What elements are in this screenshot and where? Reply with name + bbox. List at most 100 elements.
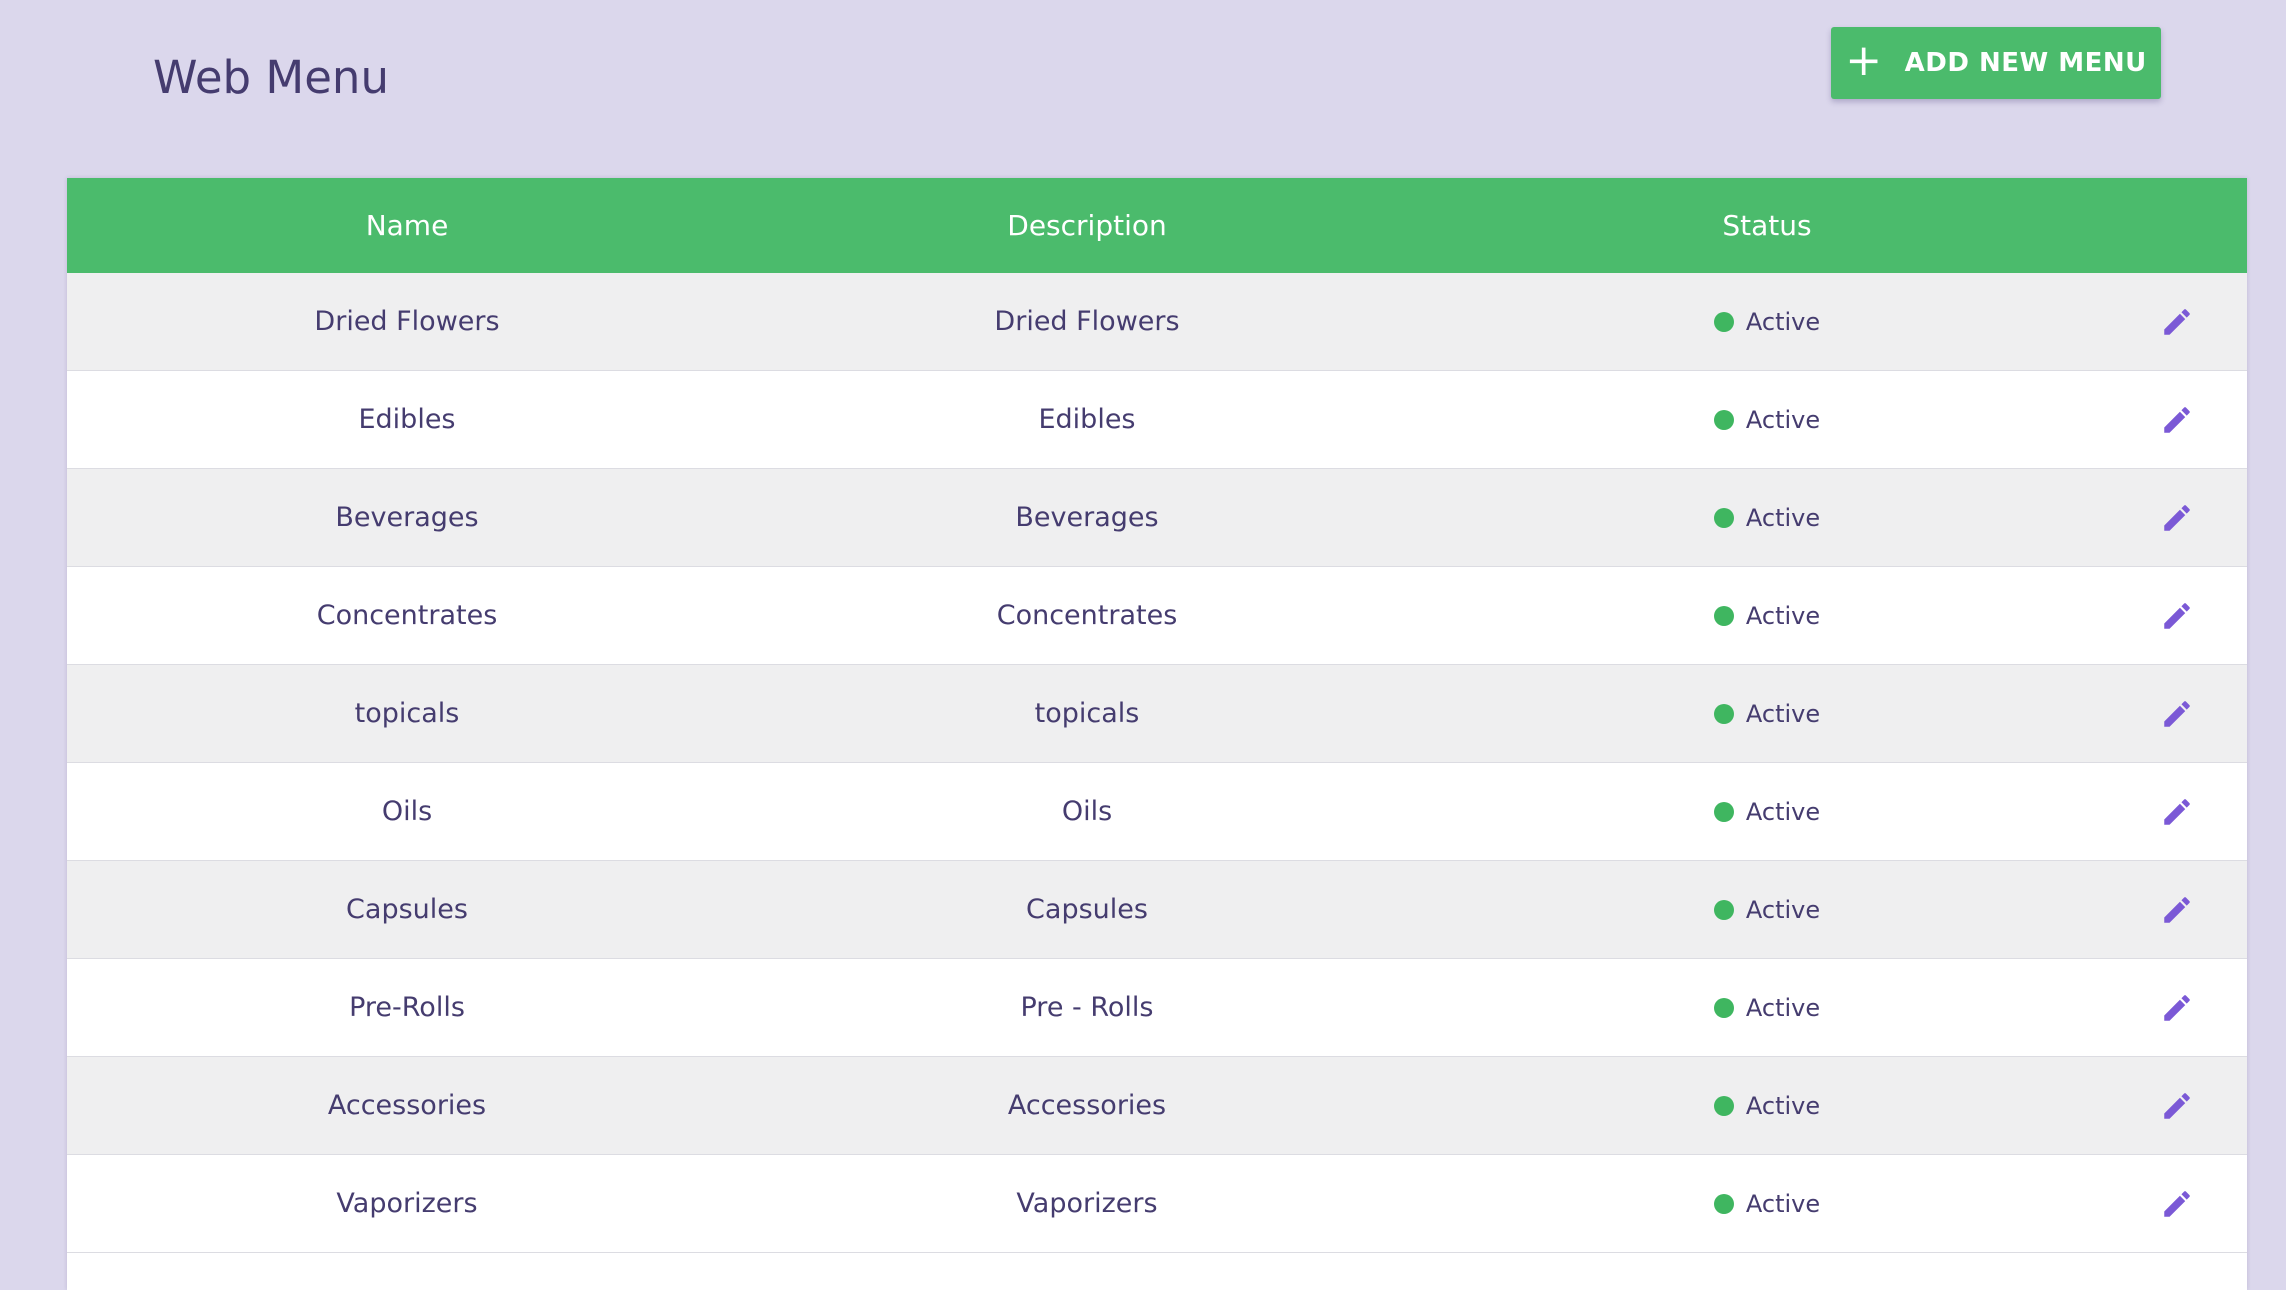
status-label: Active — [1745, 797, 1821, 826]
actions-cell — [2107, 596, 2247, 636]
status-dot-icon — [1713, 409, 1734, 430]
menu-description-cell: Oils — [1061, 796, 1113, 827]
table-row[interactable]: Pre-Rolls Pre - Rolls Active — [67, 959, 2247, 1057]
status-cell: Active — [1427, 308, 2107, 336]
table-body: Dried Flowers Dried Flowers Active Edibles E… — [67, 273, 2247, 1253]
menu-description-cell: Beverages — [1015, 502, 1159, 533]
edit-button[interactable] — [2157, 400, 2197, 440]
status-cell: Active — [1427, 1190, 2107, 1218]
status-badge: Active — [1713, 601, 1821, 630]
menu-name-cell: Oils — [381, 796, 433, 827]
status-label: Active — [1745, 895, 1821, 924]
edit-button[interactable] — [2157, 302, 2197, 342]
menu-table: Name Description Status Dried Flowers Dri… — [67, 178, 2247, 1290]
actions-cell — [2107, 694, 2247, 734]
pencil-edit-icon — [2164, 896, 2190, 923]
status-badge: Active — [1713, 1091, 1821, 1120]
page-title: Web Menu — [153, 51, 389, 104]
actions-cell — [2107, 400, 2247, 440]
actions-cell — [2107, 1184, 2247, 1224]
status-dot-icon — [1713, 311, 1734, 332]
status-label: Active — [1745, 1091, 1821, 1120]
table-row[interactable]: Beverages Beverages Active — [67, 469, 2247, 567]
edit-button[interactable] — [2157, 890, 2197, 930]
edit-button[interactable] — [2157, 792, 2197, 832]
menu-description-cell: Capsules — [1026, 894, 1148, 925]
column-header-status[interactable]: Status — [1427, 209, 2107, 242]
status-badge: Active — [1713, 307, 1821, 336]
status-dot-icon — [1713, 507, 1734, 528]
edit-button[interactable] — [2157, 596, 2197, 636]
status-cell: Active — [1427, 994, 2107, 1022]
status-label: Active — [1745, 699, 1821, 728]
add-new-menu-button[interactable]: + ADD NEW MENU — [1831, 27, 2161, 99]
status-badge: Active — [1713, 895, 1821, 924]
pencil-edit-icon — [2164, 798, 2190, 825]
menu-name-cell: Dried Flowers — [314, 306, 500, 337]
pencil-edit-icon — [2164, 504, 2190, 531]
table-row[interactable]: Concentrates Concentrates Active — [67, 567, 2247, 665]
status-label: Active — [1745, 601, 1821, 630]
status-badge: Active — [1713, 405, 1821, 434]
edit-button[interactable] — [2157, 694, 2197, 734]
status-dot-icon — [1713, 899, 1734, 920]
status-label: Active — [1745, 405, 1821, 434]
edit-button[interactable] — [2157, 1184, 2197, 1224]
status-cell: Active — [1427, 504, 2107, 532]
table-row[interactable]: Capsules Capsules Active — [67, 861, 2247, 959]
column-header-name[interactable]: Name — [67, 209, 747, 242]
actions-cell — [2107, 792, 2247, 832]
table-header: Name Description Status — [67, 178, 2247, 273]
status-cell: Active — [1427, 1092, 2107, 1120]
menu-description-cell: Pre - Rolls — [1020, 992, 1154, 1023]
pencil-edit-icon — [2164, 700, 2190, 727]
table-row[interactable]: Oils Oils Active — [67, 763, 2247, 861]
plus-icon: + — [1845, 35, 1883, 86]
status-dot-icon — [1713, 703, 1734, 724]
pencil-edit-icon — [2164, 994, 2190, 1021]
status-dot-icon — [1713, 605, 1734, 626]
column-header-description[interactable]: Description — [747, 209, 1427, 242]
actions-cell — [2107, 498, 2247, 538]
menu-name-cell: Pre-Rolls — [349, 992, 465, 1023]
status-cell: Active — [1427, 406, 2107, 434]
table-row[interactable]: Edibles Edibles Active — [67, 371, 2247, 469]
status-label: Active — [1745, 1189, 1821, 1218]
menu-description-cell: Vaporizers — [1016, 1188, 1158, 1219]
edit-button[interactable] — [2157, 498, 2197, 538]
status-badge: Active — [1713, 1189, 1821, 1218]
menu-name-cell: Accessories — [327, 1090, 487, 1121]
menu-description-cell: Accessories — [1007, 1090, 1167, 1121]
pencil-edit-icon — [2164, 602, 2190, 629]
menu-name-cell: topicals — [354, 698, 460, 729]
menu-description-cell: Dried Flowers — [994, 306, 1180, 337]
status-cell: Active — [1427, 798, 2107, 826]
pencil-edit-icon — [2164, 308, 2190, 335]
status-dot-icon — [1713, 997, 1734, 1018]
add-new-menu-label: ADD NEW MENU — [1904, 48, 2147, 78]
table-row[interactable]: Accessories Accessories Active — [67, 1057, 2247, 1155]
status-cell: Active — [1427, 602, 2107, 630]
status-badge: Active — [1713, 503, 1821, 532]
status-badge: Active — [1713, 797, 1821, 826]
status-label: Active — [1745, 307, 1821, 336]
menu-name-cell: Edibles — [358, 404, 456, 435]
status-badge: Active — [1713, 699, 1821, 728]
edit-button[interactable] — [2157, 988, 2197, 1028]
status-dot-icon — [1713, 1095, 1734, 1116]
status-dot-icon — [1713, 1193, 1734, 1214]
menu-description-cell: topicals — [1034, 698, 1140, 729]
menu-name-cell: Concentrates — [316, 600, 498, 631]
status-label: Active — [1745, 993, 1821, 1022]
menu-name-cell: Capsules — [346, 894, 468, 925]
menu-description-cell: Concentrates — [996, 600, 1178, 631]
table-row[interactable]: topicals topicals Active — [67, 665, 2247, 763]
table-row[interactable]: Vaporizers Vaporizers Active — [67, 1155, 2247, 1253]
status-cell: Active — [1427, 700, 2107, 728]
actions-cell — [2107, 302, 2247, 342]
pencil-edit-icon — [2164, 406, 2190, 433]
status-label: Active — [1745, 503, 1821, 532]
edit-button[interactable] — [2157, 1086, 2197, 1126]
status-cell: Active — [1427, 896, 2107, 924]
table-row[interactable]: Dried Flowers Dried Flowers Active — [67, 273, 2247, 371]
